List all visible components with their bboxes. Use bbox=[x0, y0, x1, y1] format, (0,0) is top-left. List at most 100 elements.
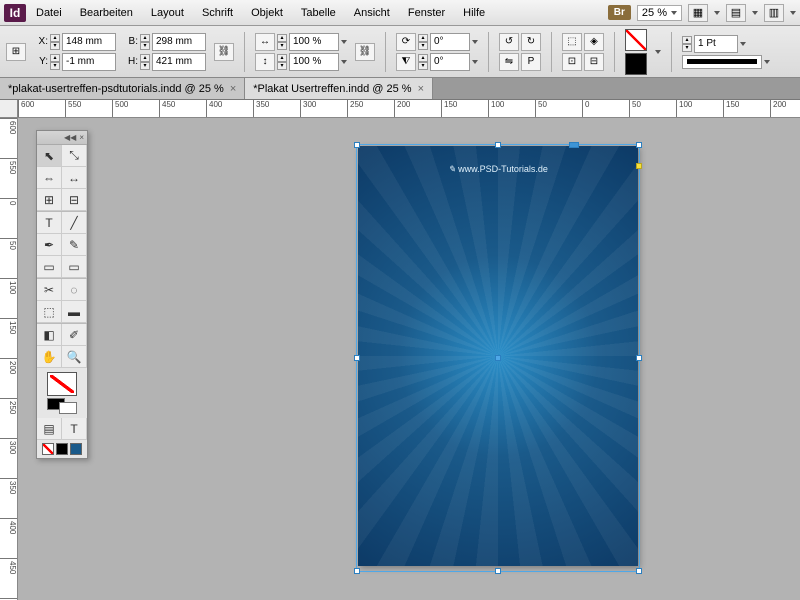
apply-black[interactable] bbox=[56, 443, 68, 455]
chevron-down-icon[interactable] bbox=[472, 60, 478, 64]
hand-tool[interactable]: ✋ bbox=[37, 346, 62, 368]
gradient-feather-tool[interactable]: ▬ bbox=[62, 301, 87, 323]
chevron-down-icon[interactable] bbox=[472, 40, 478, 44]
format-text-button[interactable]: T bbox=[62, 418, 87, 440]
stroke-swatch[interactable] bbox=[625, 29, 647, 51]
chevron-down-icon[interactable] bbox=[341, 40, 347, 44]
menu-tabelle[interactable]: Tabelle bbox=[293, 3, 344, 23]
flip-h-icon[interactable]: ⇋ bbox=[499, 53, 519, 71]
chevron-down-icon[interactable] bbox=[752, 11, 758, 15]
close-icon[interactable]: × bbox=[418, 83, 424, 95]
eyedropper-tool[interactable]: ✐ bbox=[62, 324, 87, 346]
menu-bearbeiten[interactable]: Bearbeiten bbox=[72, 3, 141, 23]
y-input[interactable] bbox=[62, 53, 116, 71]
gap-tool[interactable]: ↔ bbox=[62, 167, 87, 189]
toolbox[interactable]: ◀◀× ⬉ ⤡ ⇔ ↔ ⊞ ⊟ T ╱ ✒ ✎ ▭ ▭ ✂ ◌ ⬚ ▬ ◧ ✐ … bbox=[36, 130, 88, 459]
constrain-scale-icon[interactable]: ⛓ bbox=[355, 43, 375, 61]
apply-color-row bbox=[37, 440, 87, 458]
menu-objekt[interactable]: Objekt bbox=[243, 3, 291, 23]
scale-y-input[interactable] bbox=[289, 53, 339, 71]
content-placer-tool[interactable]: ⊟ bbox=[62, 189, 87, 211]
rectangle-frame-tool[interactable]: ▭ bbox=[37, 256, 62, 278]
chevron-down-icon bbox=[671, 11, 677, 15]
collapse-icon[interactable]: ◀◀ bbox=[64, 133, 76, 142]
swap-fill-stroke[interactable] bbox=[47, 398, 77, 414]
toolbox-header[interactable]: ◀◀× bbox=[37, 131, 87, 145]
pencil-tool[interactable]: ✎ bbox=[62, 234, 87, 256]
flip-v-icon[interactable]: P bbox=[521, 53, 541, 71]
document-tab[interactable]: *plakat-usertreffen-psdtutorials.indd @ … bbox=[0, 78, 245, 99]
zoom-tool[interactable]: 🔍 bbox=[62, 346, 87, 368]
page[interactable]: www.PSD-Tutorials.de bbox=[358, 146, 638, 566]
h-input[interactable] bbox=[152, 53, 206, 71]
document-tab[interactable]: *Plakat Usertreffen.indd @ 25 % × bbox=[245, 78, 433, 99]
reference-point-icon[interactable]: ⊞ bbox=[6, 43, 26, 61]
menu-ansicht[interactable]: Ansicht bbox=[346, 3, 398, 23]
fit-content-icon[interactable]: ⊡ bbox=[562, 53, 582, 71]
app-icon: Id bbox=[4, 4, 26, 22]
w-input[interactable] bbox=[152, 33, 206, 51]
workspace-button[interactable]: ▥ bbox=[764, 4, 784, 22]
chevron-down-icon[interactable] bbox=[714, 11, 720, 15]
rotate-cw-icon[interactable]: ↻ bbox=[521, 33, 541, 51]
handle-bottom-left[interactable] bbox=[354, 568, 360, 574]
chevron-down-icon[interactable] bbox=[790, 11, 796, 15]
content-collector-tool[interactable]: ⊞ bbox=[37, 189, 62, 211]
arrange-button[interactable]: ▤ bbox=[726, 4, 746, 22]
select-container-icon[interactable]: ⬚ bbox=[562, 33, 582, 51]
scale-x-input[interactable] bbox=[289, 33, 339, 51]
menu-layout[interactable]: Layout bbox=[143, 3, 192, 23]
ruler-horizontal[interactable]: 6005505004504003503002502001501005005010… bbox=[18, 100, 800, 118]
gradient-swatch-tool[interactable]: ⬚ bbox=[37, 301, 62, 323]
ruler-origin[interactable] bbox=[0, 100, 18, 118]
chevron-down-icon[interactable] bbox=[764, 60, 770, 64]
pen-tool[interactable]: ✒ bbox=[37, 234, 62, 256]
screen-mode-button[interactable]: ▦ bbox=[688, 4, 708, 22]
select-content-icon[interactable]: ◈ bbox=[584, 33, 604, 51]
menu-datei[interactable]: Datei bbox=[28, 3, 70, 23]
selection-tool[interactable]: ⬉ bbox=[37, 145, 62, 167]
type-tool[interactable]: T bbox=[37, 212, 62, 234]
handle-bottom-right[interactable] bbox=[636, 568, 642, 574]
line-tool[interactable]: ╱ bbox=[62, 212, 87, 234]
chevron-down-icon[interactable] bbox=[655, 50, 661, 54]
shear-icon: ⧨ bbox=[396, 53, 416, 71]
apply-none[interactable] bbox=[42, 443, 54, 455]
tab-label: *Plakat Usertreffen.indd @ 25 % bbox=[253, 83, 411, 95]
fill-swatch[interactable] bbox=[625, 53, 647, 75]
stroke-weight-input[interactable] bbox=[694, 35, 738, 53]
rotate-ccw-icon[interactable]: ↺ bbox=[499, 33, 519, 51]
fit-frame-icon[interactable]: ⊟ bbox=[584, 53, 604, 71]
menu-schrift[interactable]: Schrift bbox=[194, 3, 241, 23]
note-tool[interactable]: ◧ bbox=[37, 324, 62, 346]
tab-label: *plakat-usertreffen-psdtutorials.indd @ … bbox=[8, 83, 224, 95]
page-tool[interactable]: ⇔ bbox=[37, 167, 62, 189]
zoom-select[interactable]: 25 % bbox=[637, 5, 682, 21]
zoom-value: 25 % bbox=[642, 7, 667, 19]
canvas[interactable]: www.PSD-Tutorials.de bbox=[18, 118, 800, 600]
y-label: Y: bbox=[34, 56, 48, 67]
menu-fenster[interactable]: Fenster bbox=[400, 3, 453, 23]
close-icon[interactable]: × bbox=[230, 83, 236, 95]
rotate-icon: ⟳ bbox=[396, 33, 416, 51]
apply-color[interactable] bbox=[70, 443, 82, 455]
format-container-button[interactable]: ▤ bbox=[37, 418, 62, 440]
constrain-wh-icon[interactable]: ⛓ bbox=[214, 43, 234, 61]
rectangle-tool[interactable]: ▭ bbox=[62, 256, 87, 278]
chevron-down-icon[interactable] bbox=[341, 60, 347, 64]
shear-input[interactable] bbox=[430, 53, 470, 71]
x-input[interactable] bbox=[62, 33, 116, 51]
ruler-vertical[interactable]: 600550050100150200250300350400450500 bbox=[0, 118, 18, 600]
free-transform-tool[interactable]: ◌ bbox=[62, 279, 87, 301]
rotate-input[interactable] bbox=[430, 33, 470, 51]
fill-stroke-swatch[interactable] bbox=[47, 372, 77, 396]
scissors-tool[interactable]: ✂ bbox=[37, 279, 62, 301]
menu-hilfe[interactable]: Hilfe bbox=[455, 3, 493, 23]
handle-bottom[interactable] bbox=[495, 568, 501, 574]
close-icon[interactable]: × bbox=[79, 133, 84, 142]
bridge-button[interactable]: Br bbox=[608, 5, 631, 20]
chevron-down-icon[interactable] bbox=[740, 42, 746, 46]
menubar: Id Datei Bearbeiten Layout Schrift Objek… bbox=[0, 0, 800, 26]
stroke-style-select[interactable] bbox=[682, 55, 762, 69]
direct-selection-tool[interactable]: ⤡ bbox=[62, 145, 87, 167]
